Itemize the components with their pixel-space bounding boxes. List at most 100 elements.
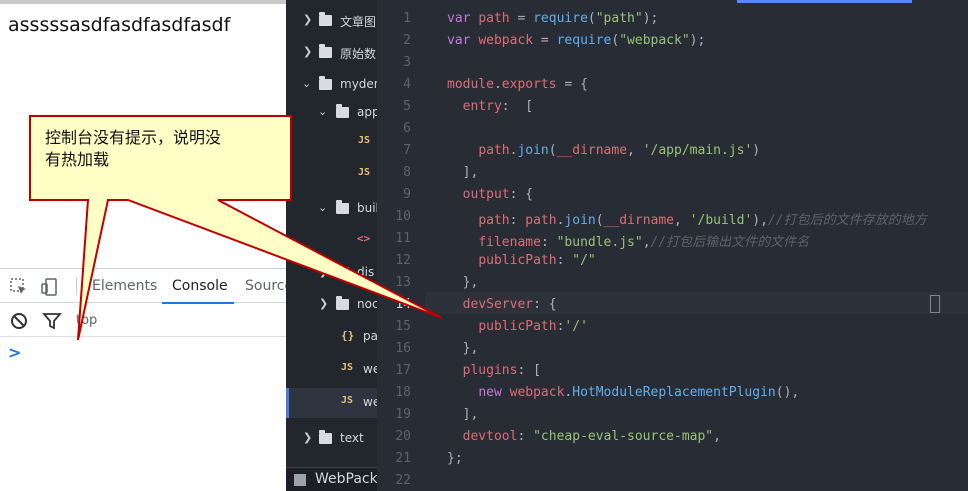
project-icon [294, 474, 306, 486]
code-line: module.exports = { [447, 77, 588, 92]
line-number: 10 [395, 209, 411, 224]
folder-icon [336, 200, 349, 214]
tree-item-label: pa [363, 329, 377, 343]
chevron-right-icon: ❯ [303, 13, 313, 26]
code-line: var webpack = require("webpack"); [447, 33, 706, 48]
tab-console[interactable]: Console [162, 269, 234, 304]
context-selector[interactable]: top [76, 313, 97, 328]
folder-icon [319, 430, 332, 444]
device-toolbar-icon[interactable] [40, 277, 60, 297]
code-line: filename: "bundle.js",//打包后输出文件的文件名 [478, 235, 810, 250]
tree-item-label: app [357, 105, 377, 119]
code-line: }, [447, 275, 479, 290]
active-tab-indicator [737, 0, 912, 3]
line-number: 3 [403, 55, 411, 70]
line-number: 17 [395, 363, 411, 378]
chevron-right-icon: ❯ [319, 297, 329, 310]
page-body-text: asssssasdfasdfasdfasdf [8, 14, 231, 36]
tree-item-folder[interactable]: ⌄ app [286, 102, 377, 124]
tree-item-folder[interactable]: ❯ text [286, 428, 377, 450]
line-number-gutter: 1 2 3 4 5 6 7 8 9 10 11 12 13 14 15 16 17 18 19 20 21 22 [377, 0, 425, 491]
code-line: new webpack.HotModuleReplacementPlugin()… [478, 385, 800, 400]
folder-icon [319, 44, 332, 58]
line-number: 4 [403, 77, 411, 92]
tree-item-folder[interactable]: ❯ noc [286, 294, 377, 316]
chevron-right-icon: ❯ [319, 265, 329, 278]
json-file-icon: {} [341, 329, 355, 342]
line-number: 8 [403, 165, 411, 180]
tree-item-folder[interactable]: ⌄ buil [286, 198, 377, 220]
tree-item-file[interactable]: JS [286, 164, 377, 186]
line-number: 18 [395, 385, 411, 400]
code-line: path: path.join(__dirname, '/build'),//打… [478, 213, 927, 228]
console-prompt[interactable]: > [8, 343, 21, 362]
code-line: publicPath:'/' [478, 319, 588, 334]
devtools-panel: Elements Console Sources top > [0, 268, 286, 491]
code-editor[interactable]: 1 2 3 4 5 6 7 8 9 10 11 12 13 14 15 16 17 18 19 20 21 22 var … [377, 0, 968, 491]
js-file-icon: JS [358, 167, 371, 178]
chevron-down-icon: ⌄ [302, 77, 312, 90]
tree-item-file[interactable]: JS [286, 132, 377, 154]
tree-item-folder[interactable]: ❯ dis [286, 262, 377, 284]
code-line: publicPath: "/" [478, 253, 596, 268]
code-line: var path = require("path"); [447, 11, 659, 26]
tree-item-label: text [340, 431, 364, 445]
tree-item-file[interactable]: <> [286, 229, 377, 251]
line-number: 15 [395, 319, 411, 334]
code-line: output: { [462, 187, 534, 202]
code-line: path.join(__dirname, '/app/main.js') [478, 143, 761, 158]
js-file-icon: JS [341, 362, 354, 373]
tree-item-label: dis [357, 265, 375, 279]
callout-line-2: 有热加载 [45, 150, 110, 169]
line-number: 19 [395, 407, 411, 422]
folder-icon [336, 296, 349, 310]
tree-item-folder[interactable]: ⌄ mydem [286, 74, 377, 96]
chevron-down-icon: ⌄ [318, 201, 328, 214]
tree-item-folder[interactable]: ❯ 文章图 [286, 10, 377, 32]
clear-console-icon[interactable] [9, 311, 29, 331]
tabbar-divider [76, 277, 77, 295]
tree-item-label: noc [357, 297, 377, 311]
code-line: plugins: [ [462, 363, 541, 378]
js-file-icon: JS [358, 135, 371, 146]
tree-item-label: we [363, 395, 377, 409]
tab-sources[interactable]: Sources [245, 278, 286, 294]
project-switcher[interactable]: WebPack [286, 467, 377, 491]
inspect-element-icon[interactable] [9, 277, 29, 297]
devtools-tabbar: Elements Console Sources [0, 269, 286, 304]
line-number: 22 [395, 473, 411, 488]
tree-item-file[interactable]: JS we [286, 359, 377, 381]
line-number: 7 [403, 143, 411, 158]
tree-item-label: we [363, 362, 377, 376]
line-number: 14 [395, 297, 411, 312]
code-line: entry: [ [462, 99, 534, 114]
line-number: 21 [395, 451, 411, 466]
browser-viewport: asssssasdfasdfasdfasdf Elements Console … [0, 0, 286, 491]
tree-item-folder[interactable]: ❯ 原始数 [286, 42, 377, 64]
callout-text: 控制台没有提示，说明没 有热加载 [45, 127, 285, 171]
tree-item-label: mydem [340, 77, 377, 91]
line-number: 6 [403, 121, 411, 136]
folder-icon [319, 12, 332, 26]
html-file-icon: <> [357, 232, 371, 245]
tab-elements[interactable]: Elements [92, 278, 157, 294]
filter-icon[interactable] [42, 311, 62, 331]
tree-item-file[interactable]: {} pa [286, 326, 377, 348]
bracket-match-highlight [930, 295, 940, 313]
project-name: WebPack [315, 471, 377, 487]
code-line: ], [447, 165, 479, 180]
browser-top-border [0, 0, 286, 4]
line-number: 9 [403, 187, 411, 202]
line-number: 13 [395, 275, 411, 290]
tree-item-label: 原始数 [340, 47, 377, 61]
code-line: }; [447, 451, 463, 466]
line-number: 2 [403, 33, 411, 48]
code-line: }, [447, 341, 479, 356]
chevron-down-icon: ⌄ [318, 105, 328, 118]
line-number: 12 [395, 253, 411, 268]
tree-item-label: buil [357, 201, 377, 215]
line-number: 11 [395, 231, 411, 246]
tree-item-file-selected[interactable]: JS we [286, 392, 377, 414]
callout-line-1: 控制台没有提示，说明没 [45, 128, 222, 147]
line-number: 20 [395, 429, 411, 444]
